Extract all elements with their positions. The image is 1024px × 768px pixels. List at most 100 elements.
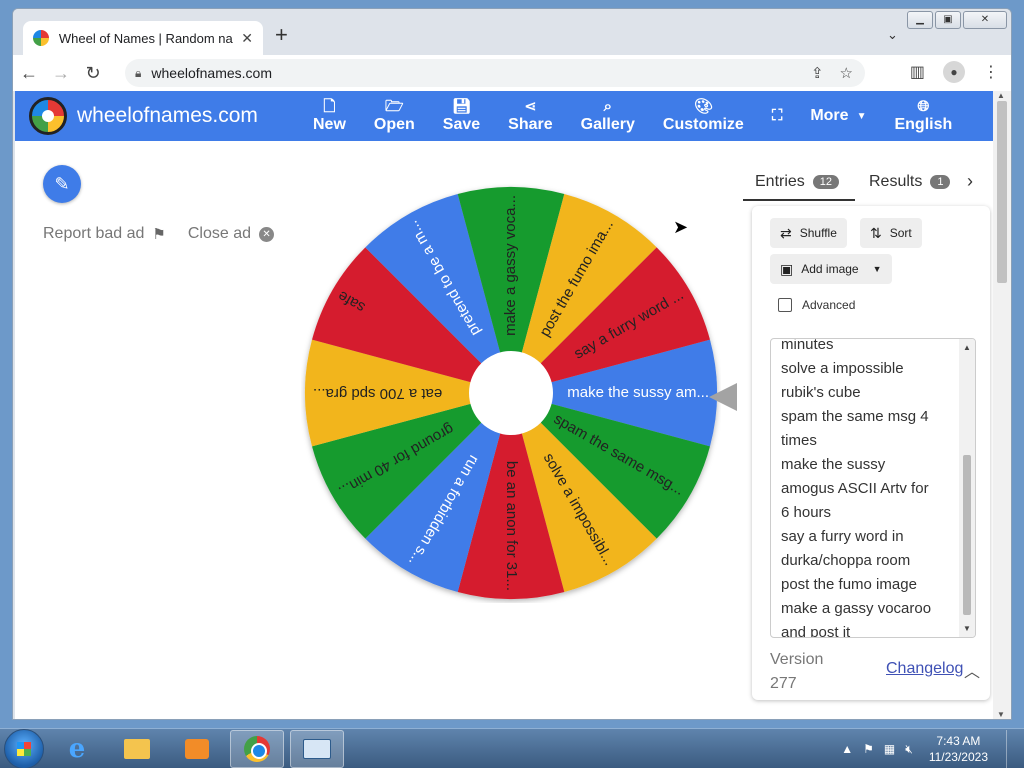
close-ad-link[interactable]: Close ad	[188, 225, 251, 243]
file-explorer-icon[interactable]	[110, 730, 164, 768]
fullscreen-button[interactable]: ⛶	[758, 91, 797, 141]
tab-entries[interactable]: Entries 12	[755, 173, 840, 191]
add-image-button[interactable]: ▣ Add image ▼	[770, 254, 892, 284]
new-tab-button[interactable]: +	[275, 23, 288, 47]
add-image-label: Add image	[801, 262, 859, 276]
tabs-scroll-right-icon[interactable]: ›	[967, 171, 973, 192]
changelog-link[interactable]: Changelog	[886, 660, 963, 678]
menu-new[interactable]: 🗋 New	[299, 91, 360, 141]
on-screen-keyboard-icon[interactable]	[290, 729, 344, 768]
browser-window: Wheel of Names | Random name ✕ + ⌄ ▁ ▣ ✕…	[12, 8, 1012, 720]
entries-scrollbar[interactable]: ▲ ▼	[959, 339, 975, 637]
site-brand[interactable]: wheelofnames.com	[77, 104, 258, 128]
menu-save[interactable]: 💾︎ Save	[429, 91, 494, 141]
version-number: 277	[770, 675, 797, 692]
reload-icon[interactable]: ↻	[77, 63, 109, 84]
entry-line: solve a impossible	[781, 360, 904, 377]
advanced-toggle[interactable]: Advanced	[778, 298, 855, 312]
web-page: wheelofnames.com 🗋 New 🗁 Open 💾︎ Save ⋖ …	[15, 91, 993, 719]
menu-new-label: New	[313, 116, 346, 133]
volume-muted-icon[interactable]: 🔇︎	[905, 742, 913, 757]
start-orb[interactable]	[4, 728, 44, 768]
forward-arrow-icon[interactable]: →	[45, 63, 77, 84]
media-player-icon[interactable]	[170, 730, 224, 768]
tab-title: Wheel of Names | Random name	[58, 30, 234, 46]
chevron-up-icon[interactable]: ︿	[964, 658, 980, 682]
sort-icon: ⇅	[870, 224, 882, 241]
active-tab-indicator	[743, 199, 855, 201]
kebab-menu-icon[interactable]: ⋮	[983, 62, 999, 82]
menu-language-label: English	[894, 116, 953, 133]
advanced-label: Advanced	[802, 298, 856, 312]
action-center-flag-icon[interactable]: ⚑	[863, 742, 874, 756]
shuffle-label: Shuffle	[799, 226, 837, 240]
entry-line: amogus ASCII Artv for	[781, 480, 929, 497]
clock[interactable]: 7:43 AM 11/23/2023	[929, 733, 988, 765]
side-panel-icon[interactable]: ▥	[910, 62, 925, 82]
page-scroll-thumb[interactable]	[997, 101, 1007, 283]
name-wheel[interactable]: make the sussy am...spam the same msg...…	[301, 183, 721, 603]
minimize-icon[interactable]: ▁	[907, 11, 933, 29]
tab-entries-label: Entries	[755, 173, 805, 190]
wheel-pointer-icon	[709, 383, 737, 411]
menu-share-label: Share	[508, 116, 553, 133]
show-desktop-button[interactable]	[1006, 730, 1018, 768]
wheel-slice-label: be an anon for 31...	[503, 461, 520, 591]
menu-gallery-label: Gallery	[580, 116, 635, 133]
network-icon[interactable]: ▦	[884, 742, 895, 756]
entries-scroll-thumb[interactable]	[963, 455, 971, 615]
menu-language[interactable]: 🌐︎ English	[880, 91, 966, 141]
browser-tab[interactable]: Wheel of Names | Random name ✕	[23, 21, 263, 55]
menu-open-label: Open	[373, 116, 415, 133]
search-icon: ⌕	[603, 98, 612, 115]
shuffle-button[interactable]: ⇄ Shuffle	[770, 218, 847, 248]
wheel-slice-label: make the sussy am...	[567, 384, 709, 401]
menu-customize[interactable]: 🎨︎ Customize	[649, 91, 758, 141]
menu-gallery[interactable]: ⌕ Gallery	[567, 91, 649, 141]
flag-icon[interactable]: ⚑	[152, 225, 165, 243]
tray-expand-icon[interactable]: ▲	[841, 742, 853, 756]
page-scroll-up-icon[interactable]: ▲	[997, 91, 1005, 100]
results-count-badge: 1	[930, 175, 951, 189]
entries-list[interactable]: minutes solve a impossible rubik's cube spa…	[781, 339, 953, 638]
tab-close-icon[interactable]: ✕	[241, 30, 253, 47]
back-arrow-icon[interactable]: ←	[13, 63, 45, 84]
internet-explorer-icon[interactable]: e	[50, 730, 104, 768]
menu-open[interactable]: 🗁 Open	[360, 91, 429, 141]
shuffle-icon: ⇄	[780, 224, 792, 241]
entries-textarea[interactable]: minutes solve a impossible rubik's cube spa…	[770, 338, 976, 638]
scroll-down-icon[interactable]: ▼	[963, 624, 971, 633]
page-scrollbar[interactable]: ▲ ▼	[993, 91, 1011, 719]
advanced-checkbox[interactable]	[778, 298, 792, 312]
wheel-favicon-icon	[33, 30, 49, 46]
sort-button[interactable]: ⇅ Sort	[860, 218, 922, 248]
entry-line: spam the same msg 4	[781, 408, 929, 425]
address-bar[interactable]: 🔒︎ wheelofnames.com ⇪ ☆	[125, 59, 865, 87]
close-ad-icon[interactable]: ✕	[259, 226, 275, 242]
globe-icon: 🌐︎	[917, 98, 930, 115]
wheel-center-hub[interactable]	[469, 351, 553, 435]
edit-pencil-button[interactable]: ✎	[43, 165, 81, 203]
chrome-icon[interactable]	[230, 729, 284, 768]
entry-line: make a gassy vocaroo	[781, 600, 932, 617]
entry-line: say a furry word in	[781, 528, 904, 545]
share-page-icon[interactable]: ⇪	[811, 64, 824, 82]
profile-avatar-icon[interactable]: ●	[943, 61, 965, 83]
page-scroll-down-icon[interactable]: ▼	[997, 710, 1005, 719]
bookmark-star-icon[interactable]: ☆	[840, 64, 853, 82]
close-icon[interactable]: ✕	[963, 11, 1007, 29]
site-logo-icon[interactable]	[29, 97, 67, 135]
caret-down-icon: ▼	[872, 264, 882, 274]
scroll-up-icon[interactable]: ▲	[963, 343, 971, 352]
menu-share[interactable]: ⋖ Share	[494, 91, 566, 141]
menu-more[interactable]: More ▼	[796, 91, 880, 141]
fullscreen-icon: ⛶	[771, 107, 783, 124]
tab-results[interactable]: Results 1	[869, 173, 951, 191]
folder-open-icon: 🗁	[385, 98, 404, 115]
menu-save-label: Save	[442, 116, 481, 133]
entry-line: and post it	[781, 624, 851, 638]
maximize-icon[interactable]: ▣	[935, 11, 961, 29]
report-bad-ad-link[interactable]: Report bad ad	[43, 225, 144, 243]
tab-search-chevron-icon[interactable]: ⌄	[887, 27, 898, 43]
system-tray: ▲ ⚑ ▦ 🔇︎ 7:43 AM 11/23/2023	[841, 729, 1018, 768]
